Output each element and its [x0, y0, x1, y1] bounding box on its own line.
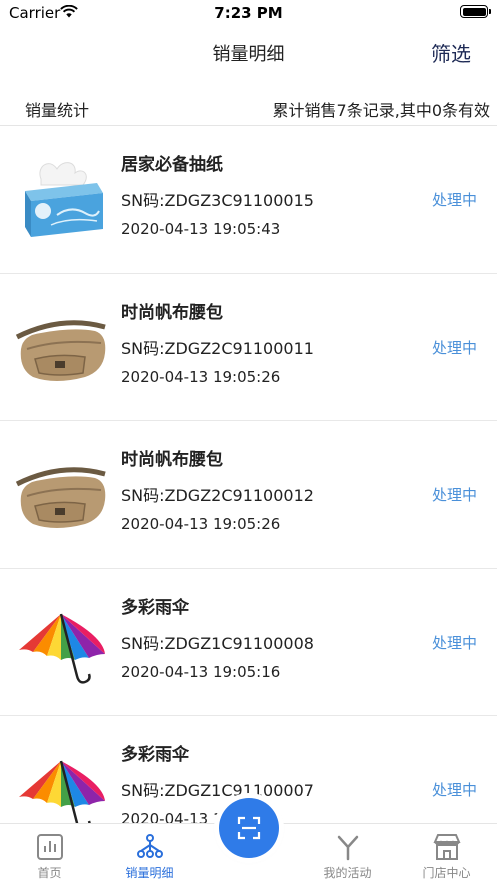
item-status: 处理中	[431, 486, 477, 504]
tab-store-center[interactable]: 门店中心	[397, 824, 496, 883]
summary-label: 销量统计	[25, 101, 90, 120]
page-title: 销量明细	[212, 44, 285, 65]
tab-home[interactable]: 首页	[0, 824, 99, 883]
tissue-box-image	[25, 162, 103, 237]
tab-sales-detail[interactable]: 销量明细	[100, 824, 199, 883]
item-sn: SN码:ZDGZ2C91100011	[121, 338, 314, 358]
navigation-bar: 销量明细 筛选	[0, 26, 497, 76]
status-bar: Carrier 7:23 PM	[0, 0, 497, 26]
item-date: 2020-04-13 19:05:16	[121, 662, 281, 681]
tab-label: 销量明细	[125, 866, 174, 880]
item-title: 居家必备抽纸	[121, 155, 223, 175]
item-title: 时尚帆布腰包	[121, 450, 223, 470]
item-sn: SN码:ZDGZ1C91100007	[121, 781, 314, 800]
store-icon	[433, 834, 461, 860]
umbrella-image	[19, 760, 105, 823]
waist-bag-image	[15, 319, 106, 381]
list-item[interactable]: 时尚帆布腰包 SN码:ZDGZ2C91100011 2020-04-13 19:…	[0, 274, 497, 421]
battery-icon	[460, 5, 491, 18]
list-item[interactable]: 多彩雨伞 SN码:ZDGZ1C91100008 2020-04-13 19:05…	[0, 569, 497, 716]
tab-label: 门店中心	[422, 866, 471, 880]
hierarchy-icon	[137, 834, 163, 858]
item-title: 多彩雨伞	[121, 745, 189, 765]
filter-button[interactable]: 筛选	[431, 38, 471, 67]
item-status: 处理中	[431, 338, 477, 357]
item-date: 2020-04-13 19:05:26	[121, 515, 281, 533]
item-date: 2020-04-13 19:05:43	[121, 220, 281, 238]
umbrella-image	[19, 613, 105, 684]
scan-icon	[237, 816, 261, 840]
item-title: 时尚帆布腰包	[121, 302, 223, 323]
item-status: 处理中	[431, 633, 477, 652]
list-item[interactable]: 时尚帆布腰包 SN码:ZDGZ2C91100012 2020-04-13 19:…	[0, 421, 497, 569]
item-sn: SN码:ZDGZ2C91100012	[121, 486, 314, 505]
chart-icon	[37, 834, 63, 860]
waist-bag-image	[15, 467, 106, 528]
status-time: 7:23 PM	[214, 4, 283, 22]
summary-count-text: 累计销售7条记录,其中0条有效	[272, 101, 490, 120]
tab-label: 首页	[37, 866, 62, 880]
scan-button[interactable]	[219, 798, 279, 858]
item-sn: SN码:ZDGZ3C91100015	[121, 191, 314, 210]
branch-icon	[337, 835, 359, 861]
item-sn: SN码:ZDGZ1C91100008	[121, 633, 314, 653]
item-status: 处理中	[431, 781, 477, 799]
sales-summary: 销量统计 累计销售7条记录,其中0条有效	[0, 88, 497, 126]
list-item[interactable]: 居家必备抽纸 SN码:ZDGZ3C91100015 2020-04-13 19:…	[0, 126, 497, 274]
tab-my-activities[interactable]: 我的活动	[298, 824, 397, 883]
item-status: 处理中	[431, 191, 477, 209]
item-date: 2020-04-13 19:05:26	[121, 367, 281, 386]
sales-list[interactable]: 居家必备抽纸 SN码:ZDGZ3C91100015 2020-04-13 19:…	[0, 126, 497, 823]
item-title: 多彩雨伞	[121, 597, 189, 618]
tab-label: 我的活动	[323, 866, 372, 880]
